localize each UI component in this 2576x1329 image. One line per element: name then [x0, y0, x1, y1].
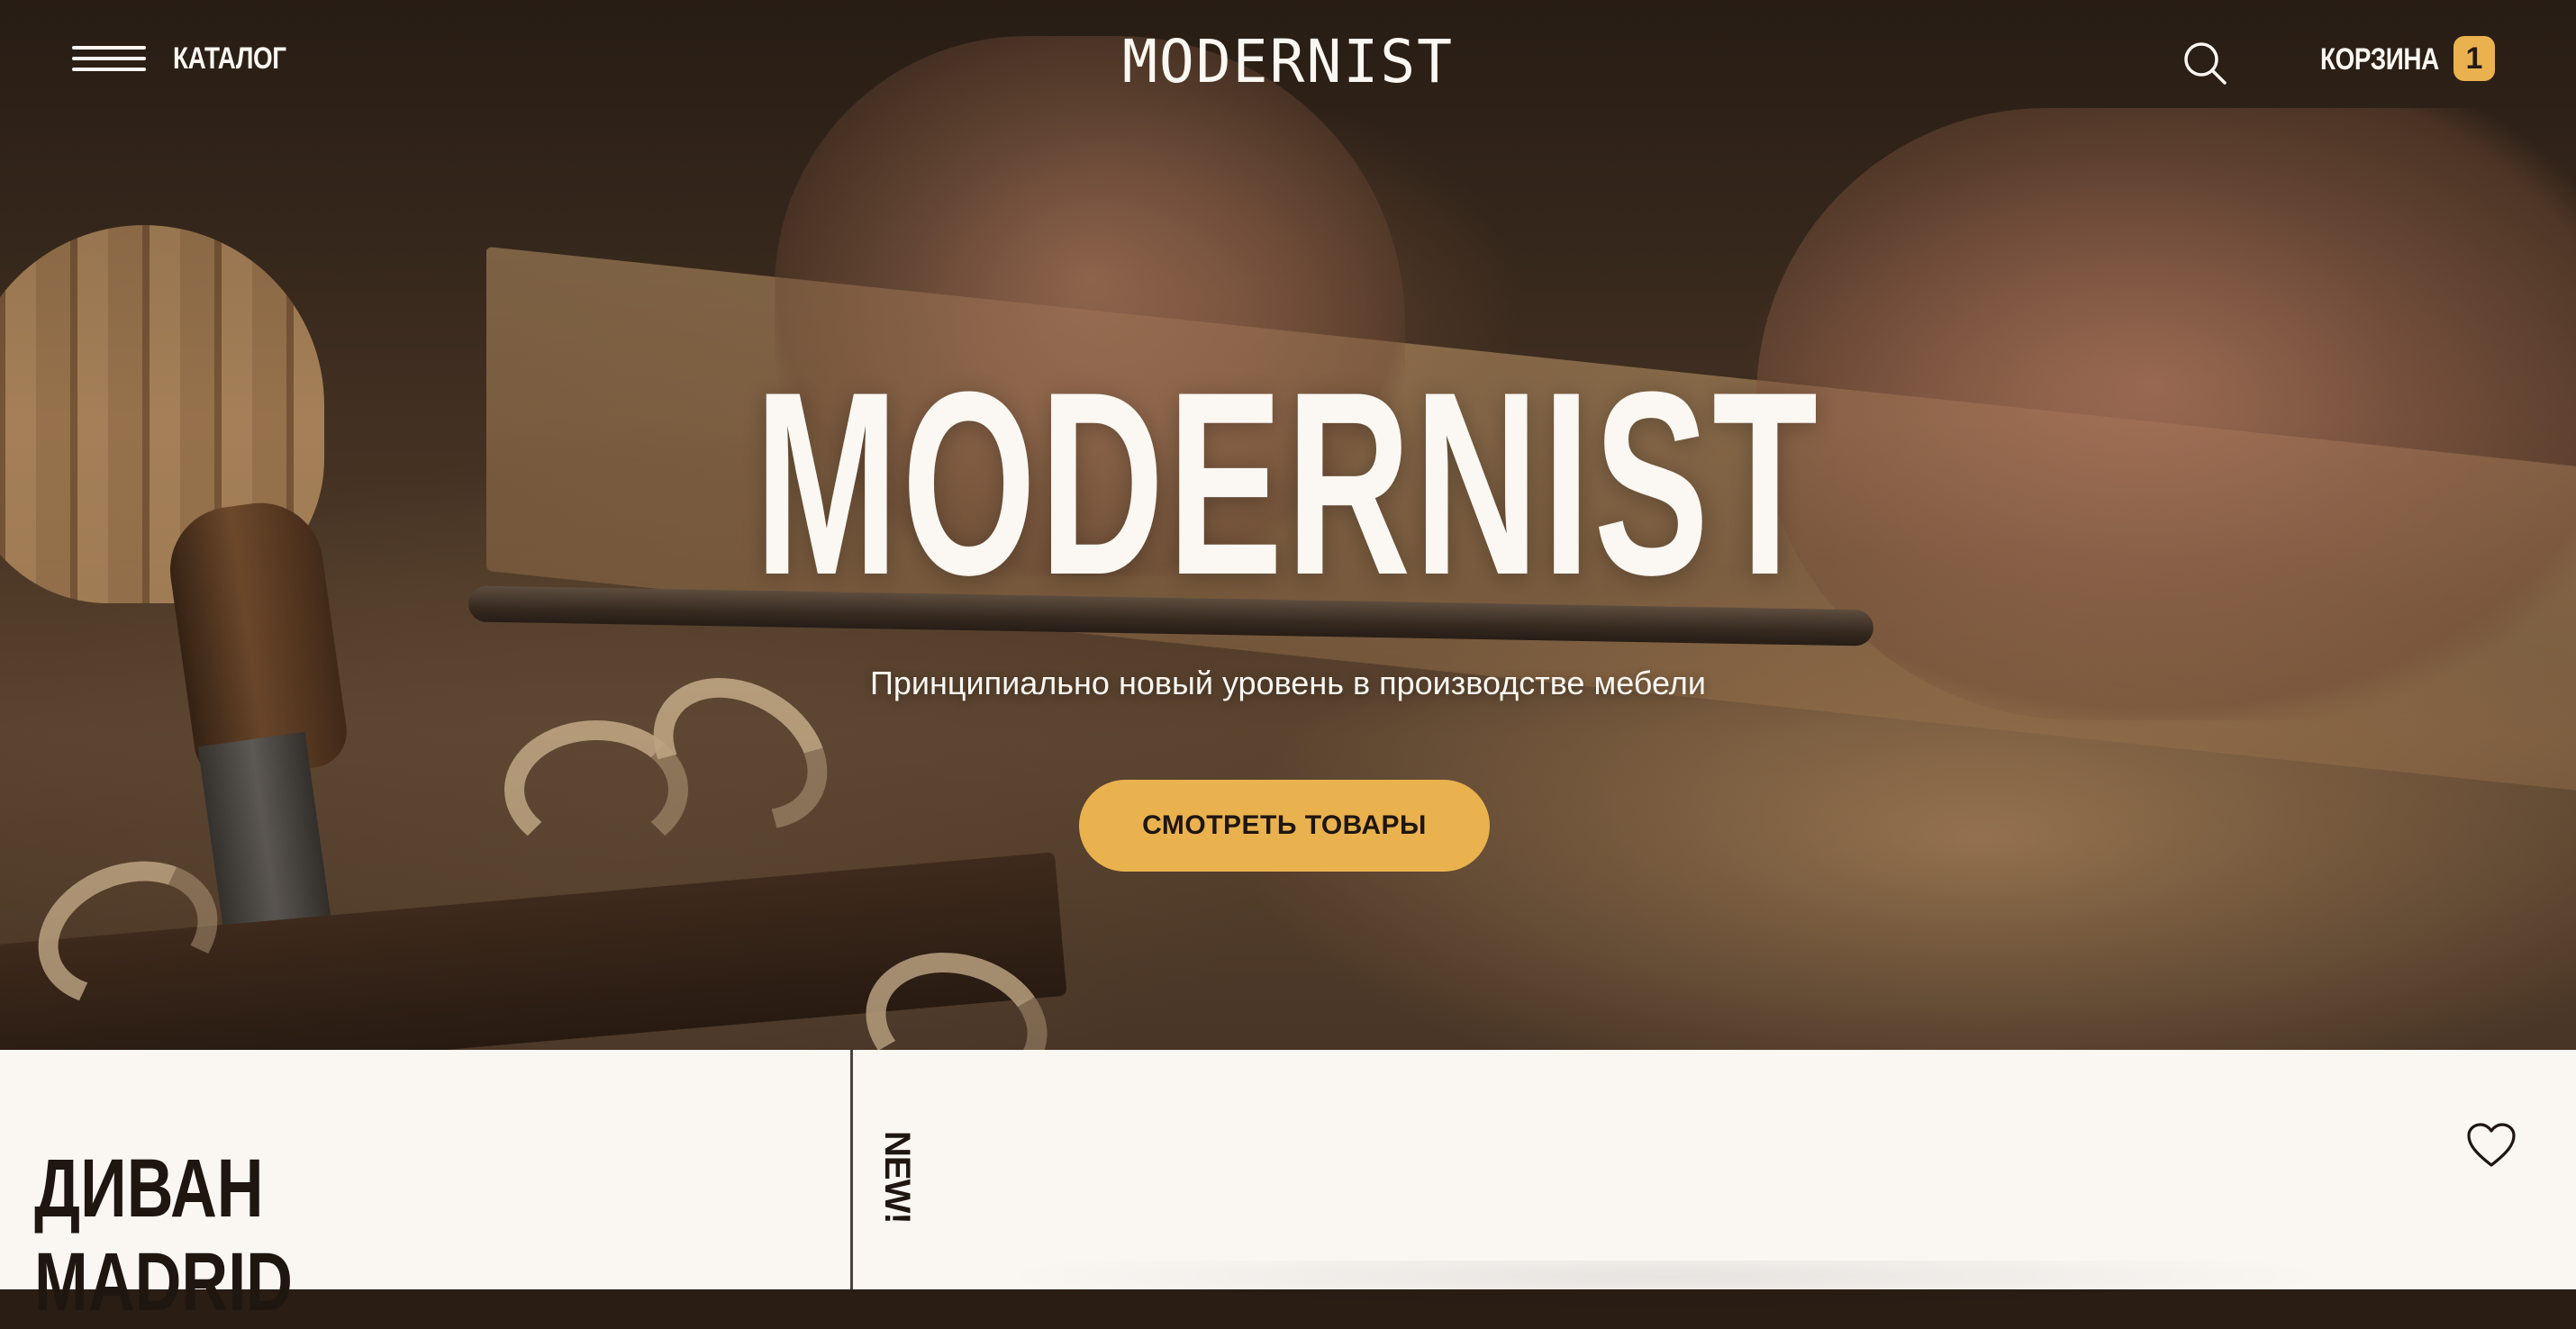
heart-icon[interactable] — [2466, 1122, 2517, 1169]
new-badge: NEW! — [877, 1131, 917, 1224]
view-products-button[interactable]: СМОТРЕТЬ ТОВАРЫ — [1079, 780, 1490, 872]
hamburger-icon[interactable] — [72, 46, 146, 71]
cart-count-badge: 1 — [2454, 36, 2495, 81]
search-icon[interactable] — [2181, 40, 2228, 86]
product-title[interactable]: ДИВАН MADRID — [34, 1142, 456, 1329]
brand-logo[interactable]: MODERNIST — [1101, 27, 1475, 96]
hero-subtitle: Принципиально новый уровень в производст… — [870, 664, 1706, 701]
cart-label[interactable]: КОРЗИНА — [2320, 42, 2439, 77]
site-header: КАТАЛОГ MODERNIST КОРЗИНА 1 — [0, 0, 2576, 119]
hero-title: MODERNIST — [754, 338, 1822, 629]
catalog-label[interactable]: КАТАЛОГ — [173, 41, 286, 77]
cart-button[interactable]: КОРЗИНА 1 — [2320, 36, 2495, 83]
catalog-menu-button[interactable]: КАТАЛОГ — [72, 36, 311, 81]
column-divider — [850, 1050, 853, 1289]
hero-banner: MODERNIST Принципиально новый уровень в … — [0, 0, 2576, 1050]
product-card-shadow — [991, 1261, 2342, 1315]
